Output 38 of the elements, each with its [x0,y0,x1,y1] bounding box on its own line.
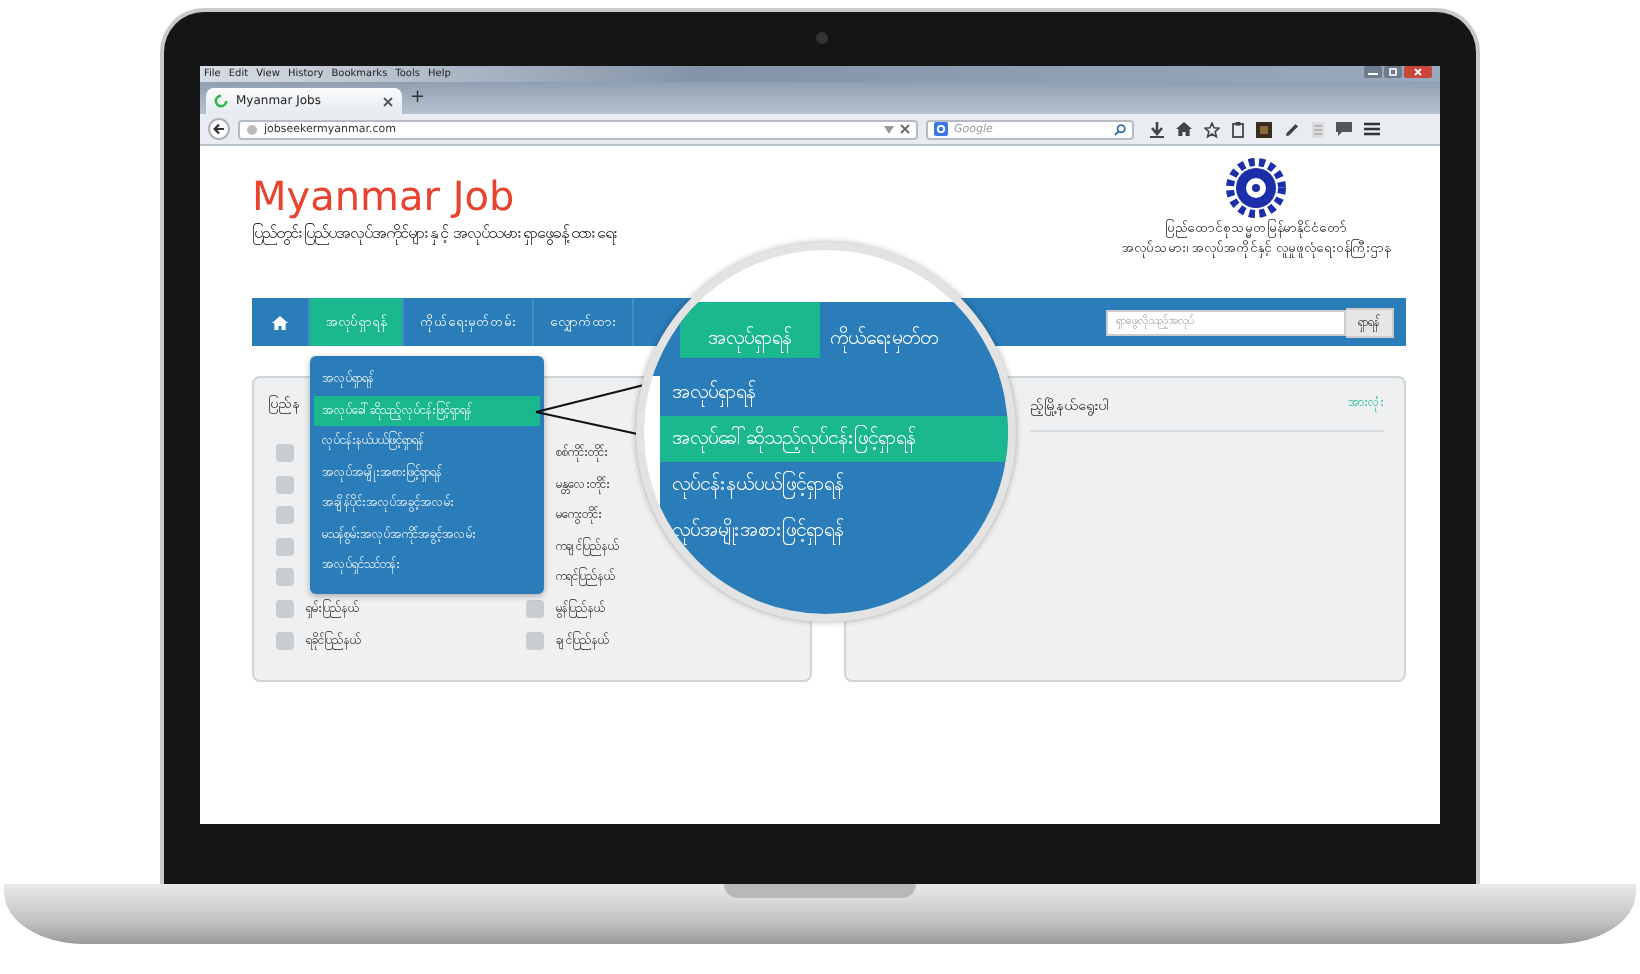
menu-item[interactable]: အလုပ်ရှာရန် [660,370,1008,416]
checkbox[interactable] [526,631,544,650]
loading-icon [214,94,228,108]
new-tab-button[interactable]: + [410,86,426,110]
pen-icon[interactable] [1284,121,1300,137]
site-subtitle: ပြည်တွင်းပြည်ပအလုပ်အကိုင်များနှင့် အလုပ်သမားရှာဖွေခန့်ထားရေး [252,221,620,248]
menu-item[interactable]: လုပ်အမျိုးအစားဖြင့်ရှာရန် [660,508,1008,554]
download-icon[interactable] [1150,121,1164,137]
home-icon [272,315,288,329]
dropdown-icon[interactable] [884,125,894,133]
menu-item[interactable]: အလုပ်ခေါ်ဆိုသည့်လုပ်ငန်းဖြင့်ရှာရန် [660,416,1008,462]
home-icon[interactable] [1176,122,1192,136]
checkbox[interactable] [276,444,294,462]
star-icon[interactable] [1204,121,1220,137]
extension-icon[interactable] [1256,121,1272,137]
menu-icon[interactable] [1364,122,1380,136]
chat-icon[interactable] [1336,122,1352,136]
site-title: Myanmar Job [252,172,517,220]
checkbox[interactable] [276,506,294,525]
back-icon[interactable] [208,118,230,140]
globe-icon [246,123,258,135]
camera-icon [816,32,828,44]
checkbox[interactable] [526,599,544,618]
gear-logo-icon [1225,158,1286,218]
checkbox[interactable] [276,537,294,556]
menu-item[interactable]: လုပ်ငန်းနယ်ပယ်ဖြင့်ရှာရန် [660,462,1008,508]
google-icon [934,122,948,136]
close-icon[interactable] [900,124,910,134]
maximize-icon[interactable] [1384,66,1402,78]
clipboard-icon[interactable] [1232,121,1244,137]
checkbox[interactable] [276,475,294,494]
checkbox[interactable] [276,631,294,650]
checkbox[interactable] [276,568,294,587]
checkbox[interactable] [276,599,294,618]
close-icon[interactable] [382,95,394,107]
minimize-icon[interactable] [1364,66,1382,78]
search-icon[interactable] [1114,123,1126,135]
close-icon[interactable] [1404,66,1432,78]
